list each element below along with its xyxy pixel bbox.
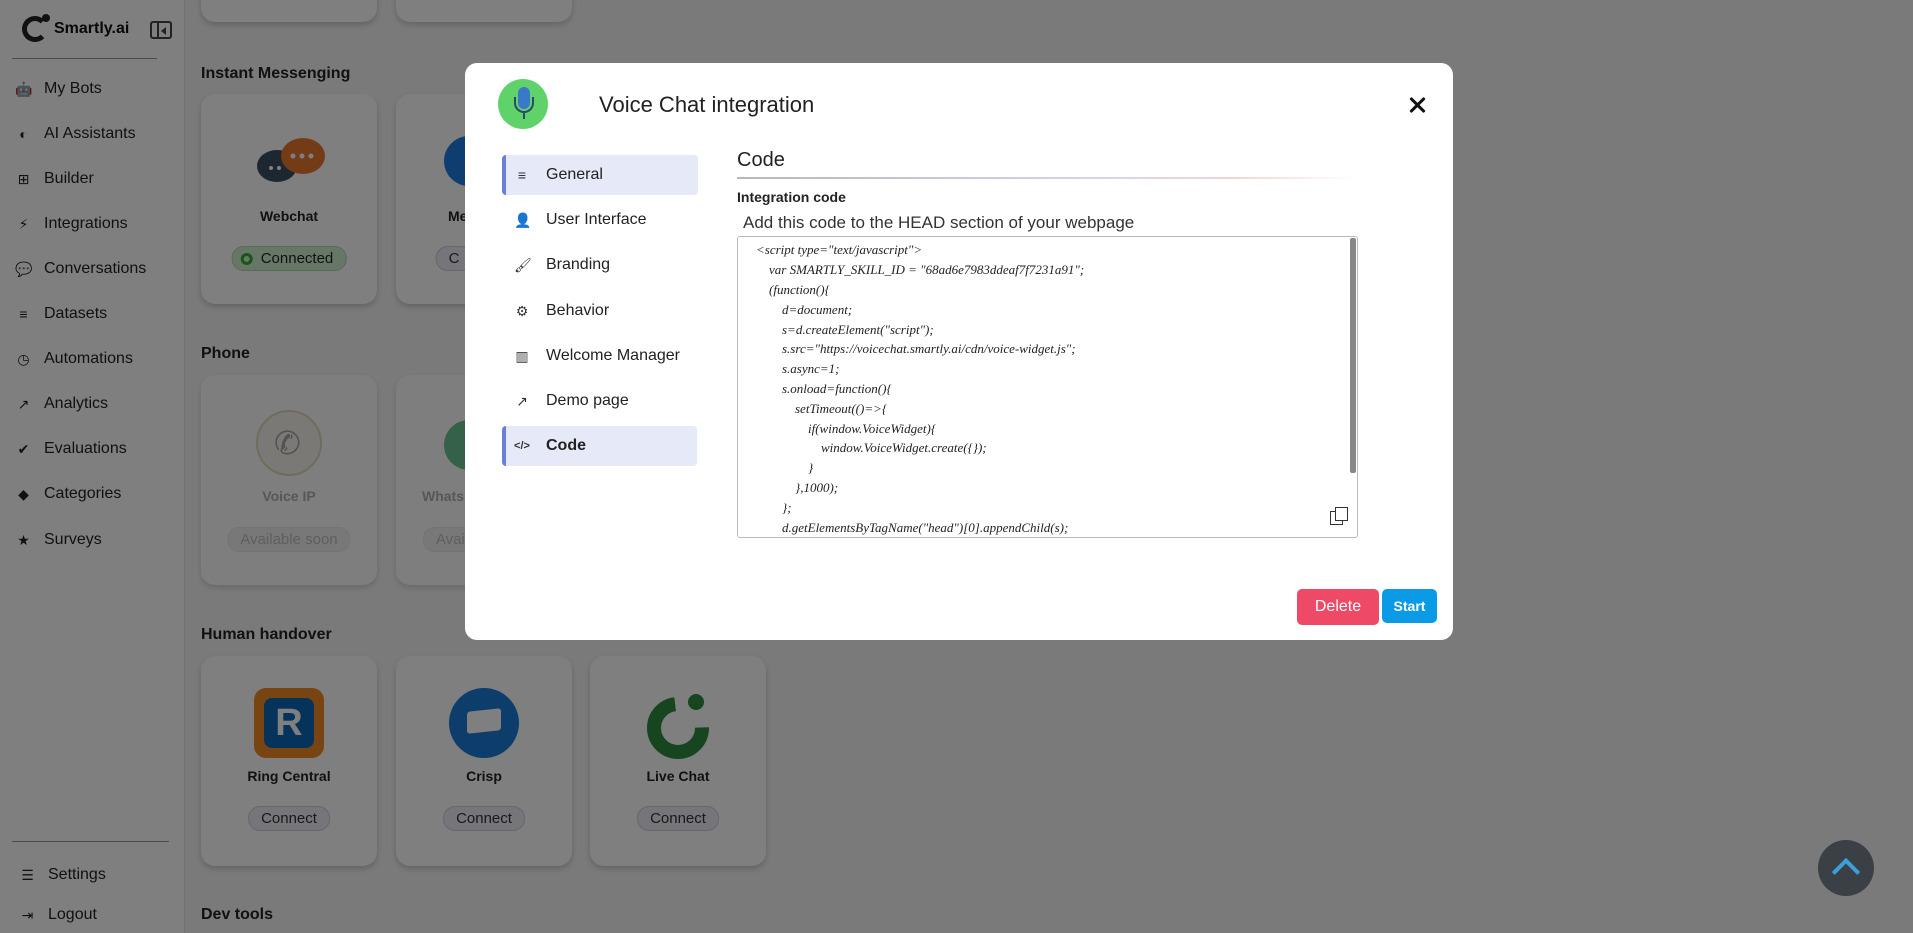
modal-tab-behavior[interactable]: ⚙ Behavior <box>502 291 698 331</box>
code-line: window.VoiceWidget.create({}); <box>756 440 987 455</box>
modal-tab-label: Code <box>546 437 586 454</box>
code-line: var SMARTLY_SKILL_ID = "68ad6e7983ddeaf7… <box>756 262 1085 277</box>
code-line: d=document; <box>756 302 853 317</box>
code-line: s=d.createElement("script"); <box>756 322 934 337</box>
scroll-to-top-button[interactable] <box>1818 840 1874 896</box>
code-line: },1000); <box>756 480 839 495</box>
code-scrollbar[interactable] <box>1350 238 1356 473</box>
brush-icon: 🖌 <box>514 256 532 273</box>
modal-tab-welcome-manager[interactable]: ▥ Welcome Manager <box>502 336 698 376</box>
content-title: Code <box>737 149 785 171</box>
modal-tab-code[interactable]: </> Code <box>502 426 697 466</box>
modal-tab-label: User Interface <box>546 211 647 228</box>
code-line: } <box>756 460 814 475</box>
modal-title: Voice Chat integration <box>599 92 815 117</box>
copy-icon[interactable] <box>1330 507 1348 525</box>
code-line: d.getElementsByTagName("head")[0].append… <box>756 520 1069 535</box>
modal-tab-label: Branding <box>546 256 611 273</box>
code-line: if(window.VoiceWidget){ <box>756 421 937 436</box>
start-button[interactable]: Start <box>1382 589 1437 623</box>
modal-tab-label: General <box>546 166 603 183</box>
code-line: setTimeout(()=>{ <box>756 401 888 416</box>
modal-tab-label: Behavior <box>546 302 610 319</box>
modal-tab-demo-page[interactable]: ↗ Demo page <box>502 381 698 421</box>
bars-icon: ≡ <box>517 167 527 183</box>
voice-chat-integration-modal: Voice Chat integration ≡ General 👤 User In… <box>465 63 1453 640</box>
cogs-icon: ⚙ <box>515 302 529 319</box>
code-line: <script type="text/javascript"> <box>756 242 923 257</box>
modal-tab-label: Demo page <box>546 392 629 409</box>
modal-tab-general[interactable]: ≡ General <box>502 155 698 195</box>
integration-code-textarea[interactable]: <script type="text/javascript"> var SMAR… <box>737 236 1358 538</box>
integration-code-label: Integration code <box>737 189 846 205</box>
microphone-icon <box>498 79 548 129</box>
user-icon: 👤 <box>514 211 532 228</box>
integration-code-hint: Add this code to the HEAD section of you… <box>743 213 1135 232</box>
delete-button[interactable]: Delete <box>1297 589 1379 625</box>
external-link-icon: ↗ <box>516 392 528 409</box>
code-line: s.async=1; <box>756 361 840 376</box>
bar-chart-icon: ▥ <box>515 347 529 364</box>
modal-tab-label: Welcome Manager <box>546 347 680 364</box>
modal-tab-user-interface[interactable]: 👤 User Interface <box>502 200 698 240</box>
close-icon[interactable] <box>1405 93 1429 117</box>
code-line: }; <box>756 500 792 515</box>
code-line: (function(){ <box>756 282 830 297</box>
modal-tab-branding[interactable]: 🖌 Branding <box>502 245 698 285</box>
title-divider <box>737 177 1357 179</box>
code-line: s.src="https://voicechat.smartly.ai/cdn/… <box>756 341 1076 356</box>
code-line: s.onload=function(){ <box>756 381 892 396</box>
code-icon: </> <box>514 440 530 452</box>
